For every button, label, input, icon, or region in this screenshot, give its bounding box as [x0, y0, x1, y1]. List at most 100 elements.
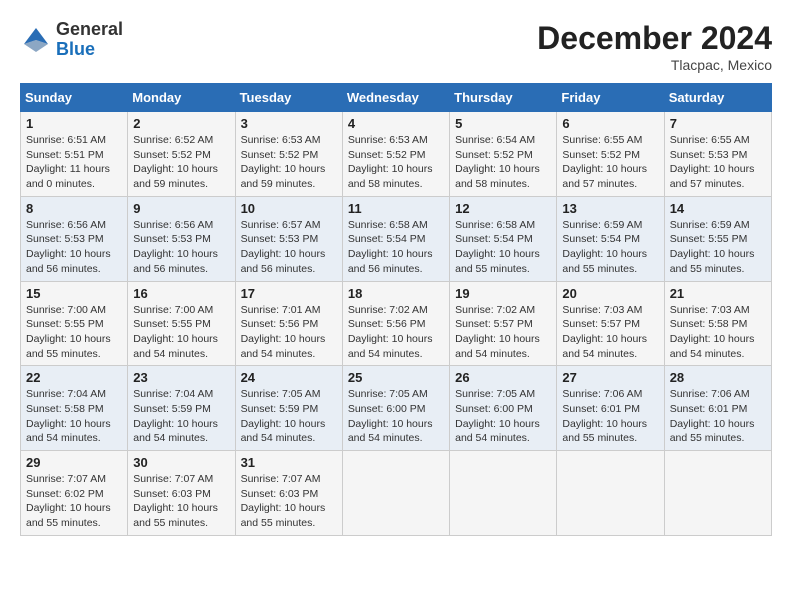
calendar-cell: 9 Sunrise: 6:56 AM Sunset: 5:53 PM Daylig…: [128, 196, 235, 281]
column-header-thursday: Thursday: [450, 84, 557, 112]
calendar-cell: [664, 451, 771, 536]
calendar-cell: 25Sunrise: 7:05 AM Sunset: 6:00 PM Dayli…: [342, 366, 449, 451]
calendar-cell: [450, 451, 557, 536]
calendar-table: SundayMondayTuesdayWednesdayThursdayFrid…: [20, 83, 772, 536]
calendar-cell: [342, 451, 449, 536]
day-number: 27: [562, 370, 658, 385]
calendar-cell: 15 Sunrise: 7:00 AM Sunset: 5:55 PM Dayli…: [21, 281, 128, 366]
calendar-cell: 17 Sunrise: 7:01 AM Sunset: 5:56 PM Dayli…: [235, 281, 342, 366]
column-header-tuesday: Tuesday: [235, 84, 342, 112]
day-detail: Sunrise: 6:54 AM Sunset: 5:52 PM Dayligh…: [455, 133, 551, 192]
day-number: 21: [670, 286, 766, 301]
calendar-body: 1 Sunrise: 6:51 AM Sunset: 5:51 PM Daylig…: [21, 112, 772, 536]
day-detail: Sunrise: 6:55 AM Sunset: 5:52 PM Dayligh…: [562, 133, 658, 192]
day-number: 26: [455, 370, 551, 385]
calendar-cell: 29Sunrise: 7:07 AM Sunset: 6:02 PM Dayli…: [21, 451, 128, 536]
day-detail: Sunrise: 7:04 AM Sunset: 5:59 PM Dayligh…: [133, 387, 229, 446]
calendar-week-row: 29Sunrise: 7:07 AM Sunset: 6:02 PM Dayli…: [21, 451, 772, 536]
day-detail: Sunrise: 6:59 AM Sunset: 5:54 PM Dayligh…: [562, 218, 658, 277]
day-number: 17: [241, 286, 337, 301]
calendar-cell: 2 Sunrise: 6:52 AM Sunset: 5:52 PM Daylig…: [128, 112, 235, 197]
day-detail: Sunrise: 7:07 AM Sunset: 6:03 PM Dayligh…: [133, 472, 229, 531]
logo: General Blue: [20, 20, 123, 60]
day-detail: Sunrise: 6:51 AM Sunset: 5:51 PM Dayligh…: [26, 133, 122, 192]
day-number: 5: [455, 116, 551, 131]
calendar-cell: 26 Sunrise: 7:05 AM Sunset: 6:00 PM Dayli…: [450, 366, 557, 451]
calendar-cell: 8 Sunrise: 6:56 AM Sunset: 5:53 PM Daylig…: [21, 196, 128, 281]
calendar-week-row: 15 Sunrise: 7:00 AM Sunset: 5:55 PM Dayli…: [21, 281, 772, 366]
calendar-week-row: 22 Sunrise: 7:04 AM Sunset: 5:58 PM Dayli…: [21, 366, 772, 451]
calendar-cell: 13Sunrise: 6:59 AM Sunset: 5:54 PM Dayli…: [557, 196, 664, 281]
day-detail: Sunrise: 6:58 AM Sunset: 5:54 PM Dayligh…: [455, 218, 551, 277]
day-detail: Sunrise: 7:02 AM Sunset: 5:57 PM Dayligh…: [455, 303, 551, 362]
calendar-cell: 14 Sunrise: 6:59 AM Sunset: 5:55 PM Dayli…: [664, 196, 771, 281]
day-number: 15: [26, 286, 122, 301]
day-detail: Sunrise: 7:03 AM Sunset: 5:58 PM Dayligh…: [670, 303, 766, 362]
calendar-cell: 4 Sunrise: 6:53 AM Sunset: 5:52 PM Daylig…: [342, 112, 449, 197]
day-detail: Sunrise: 6:52 AM Sunset: 5:52 PM Dayligh…: [133, 133, 229, 192]
logo-icon: [20, 24, 52, 56]
column-header-monday: Monday: [128, 84, 235, 112]
calendar-cell: 11Sunrise: 6:58 AM Sunset: 5:54 PM Dayli…: [342, 196, 449, 281]
calendar-cell: 6 Sunrise: 6:55 AM Sunset: 5:52 PM Daylig…: [557, 112, 664, 197]
day-number: 1: [26, 116, 122, 131]
logo-blue: Blue: [56, 40, 123, 60]
day-detail: Sunrise: 6:56 AM Sunset: 5:53 PM Dayligh…: [133, 218, 229, 277]
column-header-saturday: Saturday: [664, 84, 771, 112]
calendar-cell: 28Sunrise: 7:06 AM Sunset: 6:01 PM Dayli…: [664, 366, 771, 451]
day-detail: Sunrise: 6:55 AM Sunset: 5:53 PM Dayligh…: [670, 133, 766, 192]
calendar-cell: 7 Sunrise: 6:55 AM Sunset: 5:53 PM Daylig…: [664, 112, 771, 197]
day-number: 22: [26, 370, 122, 385]
day-number: 19: [455, 286, 551, 301]
day-detail: Sunrise: 7:07 AM Sunset: 6:03 PM Dayligh…: [241, 472, 337, 531]
day-detail: Sunrise: 7:01 AM Sunset: 5:56 PM Dayligh…: [241, 303, 337, 362]
calendar-cell: 19 Sunrise: 7:02 AM Sunset: 5:57 PM Dayli…: [450, 281, 557, 366]
day-detail: Sunrise: 7:05 AM Sunset: 6:00 PM Dayligh…: [455, 387, 551, 446]
day-number: 25: [348, 370, 444, 385]
calendar-cell: 5 Sunrise: 6:54 AM Sunset: 5:52 PM Daylig…: [450, 112, 557, 197]
day-number: 24: [241, 370, 337, 385]
calendar-cell: 27Sunrise: 7:06 AM Sunset: 6:01 PM Dayli…: [557, 366, 664, 451]
calendar-header-row: SundayMondayTuesdayWednesdayThursdayFrid…: [21, 84, 772, 112]
calendar-cell: 18Sunrise: 7:02 AM Sunset: 5:56 PM Dayli…: [342, 281, 449, 366]
day-number: 4: [348, 116, 444, 131]
calendar-week-row: 1 Sunrise: 6:51 AM Sunset: 5:51 PM Daylig…: [21, 112, 772, 197]
day-number: 14: [670, 201, 766, 216]
day-number: 8: [26, 201, 122, 216]
day-number: 3: [241, 116, 337, 131]
day-detail: Sunrise: 7:03 AM Sunset: 5:57 PM Dayligh…: [562, 303, 658, 362]
calendar-cell: 12 Sunrise: 6:58 AM Sunset: 5:54 PM Dayli…: [450, 196, 557, 281]
calendar-cell: 20 Sunrise: 7:03 AM Sunset: 5:57 PM Dayli…: [557, 281, 664, 366]
day-number: 23: [133, 370, 229, 385]
day-number: 9: [133, 201, 229, 216]
day-detail: Sunrise: 7:04 AM Sunset: 5:58 PM Dayligh…: [26, 387, 122, 446]
calendar-cell: 21 Sunrise: 7:03 AM Sunset: 5:58 PM Dayli…: [664, 281, 771, 366]
day-number: 7: [670, 116, 766, 131]
day-detail: Sunrise: 6:56 AM Sunset: 5:53 PM Dayligh…: [26, 218, 122, 277]
month-title: December 2024: [537, 20, 772, 57]
calendar-cell: 24 Sunrise: 7:05 AM Sunset: 5:59 PM Dayli…: [235, 366, 342, 451]
day-number: 2: [133, 116, 229, 131]
day-number: 6: [562, 116, 658, 131]
day-number: 30: [133, 455, 229, 470]
day-number: 31: [241, 455, 337, 470]
day-number: 20: [562, 286, 658, 301]
day-detail: Sunrise: 7:00 AM Sunset: 5:55 PM Dayligh…: [133, 303, 229, 362]
day-detail: Sunrise: 6:53 AM Sunset: 5:52 PM Dayligh…: [348, 133, 444, 192]
day-detail: Sunrise: 7:05 AM Sunset: 5:59 PM Dayligh…: [241, 387, 337, 446]
title-block: December 2024 Tlacpac, Mexico: [537, 20, 772, 73]
day-number: 18: [348, 286, 444, 301]
calendar-cell: 23 Sunrise: 7:04 AM Sunset: 5:59 PM Dayli…: [128, 366, 235, 451]
page-header: General Blue December 2024 Tlacpac, Mexi…: [20, 20, 772, 73]
day-detail: Sunrise: 6:59 AM Sunset: 5:55 PM Dayligh…: [670, 218, 766, 277]
column-header-friday: Friday: [557, 84, 664, 112]
calendar-cell: 3Sunrise: 6:53 AM Sunset: 5:52 PM Daylig…: [235, 112, 342, 197]
calendar-cell: 31 Sunrise: 7:07 AM Sunset: 6:03 PM Dayli…: [235, 451, 342, 536]
calendar-week-row: 8 Sunrise: 6:56 AM Sunset: 5:53 PM Daylig…: [21, 196, 772, 281]
day-detail: Sunrise: 6:58 AM Sunset: 5:54 PM Dayligh…: [348, 218, 444, 277]
location: Tlacpac, Mexico: [537, 57, 772, 73]
day-detail: Sunrise: 7:00 AM Sunset: 5:55 PM Dayligh…: [26, 303, 122, 362]
calendar-cell: 22 Sunrise: 7:04 AM Sunset: 5:58 PM Dayli…: [21, 366, 128, 451]
calendar-cell: 10Sunrise: 6:57 AM Sunset: 5:53 PM Dayli…: [235, 196, 342, 281]
day-number: 12: [455, 201, 551, 216]
